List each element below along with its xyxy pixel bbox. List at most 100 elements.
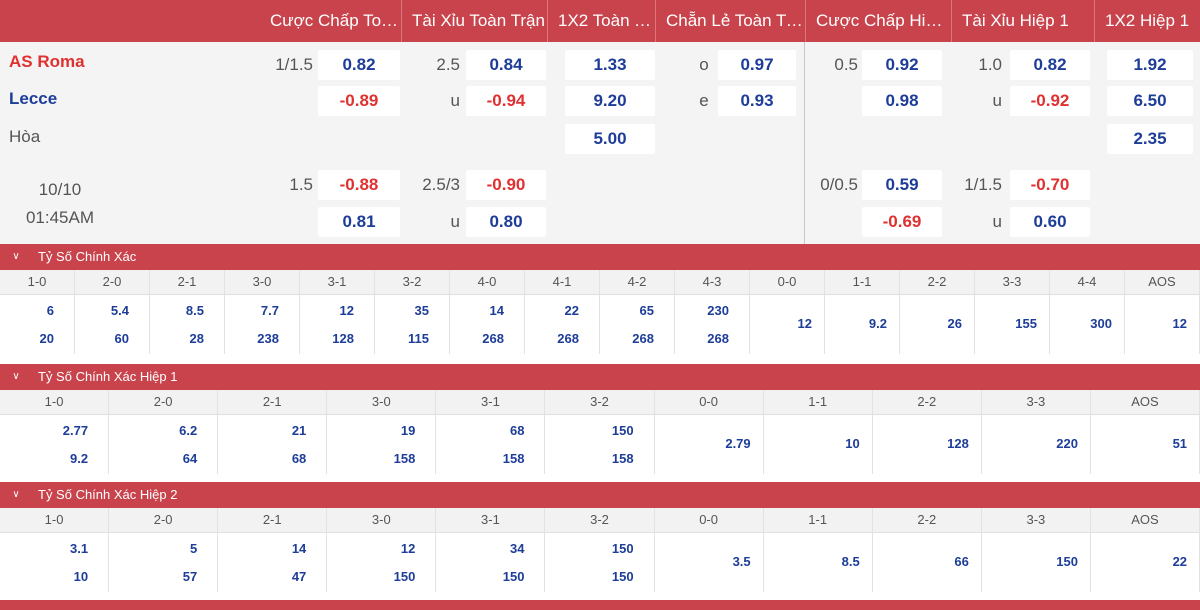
score-odds-bottom[interactable]: 150 (394, 569, 416, 584)
ft-handicap-away-odds-1[interactable]: -0.89 (318, 86, 400, 116)
score-odds-value[interactable]: 26 (948, 316, 962, 331)
score-odds-top[interactable]: 2.77 (63, 423, 88, 438)
header-ft-over-under[interactable]: Tài Xỉu Toàn Trận (401, 0, 547, 42)
chevron-down-icon[interactable]: ∨ (8, 482, 24, 508)
score-odds-bottom[interactable]: 47 (292, 569, 306, 584)
score-odds-top[interactable]: 12 (401, 541, 415, 556)
score-odds-value[interactable]: 155 (1015, 316, 1037, 331)
score-odds-value[interactable]: 12 (1173, 316, 1187, 331)
score-odds-bottom[interactable]: 150 (503, 569, 525, 584)
ft-ou-under-odds-1[interactable]: -0.94 (466, 86, 546, 116)
score-odds-value[interactable]: 3.5 (733, 554, 751, 569)
h1-ou-under-odds-1[interactable]: -0.92 (1010, 86, 1090, 116)
header-h1-handicap[interactable]: Cược Chấp Hiệp 1 (805, 0, 951, 42)
header-h1-over-under[interactable]: Tài Xỉu Hiệp 1 (951, 0, 1094, 42)
h1-handicap-home-odds-1[interactable]: 0.92 (862, 50, 942, 80)
score-odds-top[interactable]: 230 (707, 303, 729, 318)
score-odds-top[interactable]: 21 (292, 423, 306, 438)
h1-ou-over-odds-2[interactable]: -0.70 (1010, 170, 1090, 200)
score-odds-value[interactable]: 10 (845, 436, 859, 451)
h1-1x2-draw-odds[interactable]: 2.35 (1107, 124, 1193, 154)
score-odds-top[interactable]: 8.5 (186, 303, 204, 318)
score-odds-bottom[interactable]: 60 (115, 331, 129, 346)
score-odds-bottom[interactable]: 268 (557, 331, 579, 346)
ft-1x2-draw-odds[interactable]: 5.00 (565, 124, 655, 154)
score-odds-bottom[interactable]: 68 (292, 451, 306, 466)
score-odds-top[interactable]: 150 (612, 541, 634, 556)
score-odds-top[interactable]: 14 (490, 303, 504, 318)
correct-score-h1-header[interactable]: ∨ Tỷ Số Chính Xác Hiệp 1 (0, 364, 1200, 390)
score-odds-bottom[interactable]: 158 (503, 451, 525, 466)
score-odds-top[interactable]: 14 (292, 541, 306, 556)
ft-1x2-home-odds[interactable]: 1.33 (565, 50, 655, 80)
score-odds-bottom[interactable]: 20 (40, 331, 54, 346)
score-odds-top[interactable]: 5.4 (111, 303, 129, 318)
score-odds-top[interactable]: 6 (47, 303, 54, 318)
header-ft-handicap[interactable]: Cược Chấp Toàn Trận (260, 0, 401, 42)
score-odds-top[interactable]: 65 (640, 303, 654, 318)
ft-handicap-away-odds-2[interactable]: 0.81 (318, 207, 400, 237)
score-label: 1-0 (0, 390, 110, 414)
score-odds-value[interactable]: 128 (947, 436, 969, 451)
h1-1x2-away-odds[interactable]: 6.50 (1107, 86, 1193, 116)
ft-ou-over-odds-2[interactable]: -0.90 (466, 170, 546, 200)
score-odds-value[interactable]: 8.5 (842, 554, 860, 569)
chevron-down-icon[interactable]: ∨ (8, 364, 24, 390)
ft-1x2-away-odds[interactable]: 9.20 (565, 86, 655, 116)
score-odds-value[interactable]: 66 (954, 554, 968, 569)
score-odds-value[interactable]: 150 (1056, 554, 1078, 569)
header-ft-odd-even[interactable]: Chẵn Lẻ Toàn Trận (655, 0, 805, 42)
score-odds-value[interactable]: 300 (1090, 316, 1112, 331)
score-odds-bottom[interactable]: 128 (332, 331, 354, 346)
h1-handicap-away-odds-2[interactable]: -0.69 (862, 207, 942, 237)
score-odds-top[interactable]: 19 (401, 423, 415, 438)
score-odds-bottom[interactable]: 158 (612, 451, 634, 466)
score-odds-top[interactable]: 22 (565, 303, 579, 318)
correct-score-h2-header[interactable]: ∨ Tỷ Số Chính Xác Hiệp 2 (0, 482, 1200, 508)
score-odds-bottom[interactable]: 28 (190, 331, 204, 346)
score-odds-bottom[interactable]: 268 (707, 331, 729, 346)
ft-handicap-home-odds-2[interactable]: -0.88 (318, 170, 400, 200)
h1-handicap-home-odds-2[interactable]: 0.59 (862, 170, 942, 200)
ft-ou-over-odds-1[interactable]: 0.84 (466, 50, 546, 80)
score-odds-top[interactable]: 6.2 (179, 423, 197, 438)
h1-ou-over-odds-1[interactable]: 0.82 (1010, 50, 1090, 80)
score-odds-bottom[interactable]: 150 (612, 569, 634, 584)
score-odds-top[interactable]: 7.7 (261, 303, 279, 318)
score-odds-value[interactable]: 51 (1173, 436, 1187, 451)
score-odds-top[interactable]: 5 (190, 541, 197, 556)
correct-score-header[interactable]: ∨ Tỷ Số Chính Xác (0, 244, 1200, 270)
score-odds-bottom[interactable]: 238 (257, 331, 279, 346)
h1-1x2-home-odds[interactable]: 1.92 (1107, 50, 1193, 80)
header-h1-1x2[interactable]: 1X2 Hiệp 1 (1094, 0, 1200, 42)
ft-odd-odds[interactable]: 0.97 (718, 50, 796, 80)
ft-even-odds[interactable]: 0.93 (718, 86, 796, 116)
score-odds-bottom[interactable]: 268 (482, 331, 504, 346)
h1-ou-under-odds-2[interactable]: 0.60 (1010, 207, 1090, 237)
score-odds-top[interactable]: 68 (510, 423, 524, 438)
chevron-down-icon[interactable]: ∨ (8, 244, 24, 270)
header-ft-1x2[interactable]: 1X2 Toàn Trận (547, 0, 655, 42)
score-odds-value[interactable]: 12 (798, 316, 812, 331)
score-odds-top[interactable]: 3.1 (70, 541, 88, 556)
ft-handicap-home-odds-1[interactable]: 0.82 (318, 50, 400, 80)
score-odds-top[interactable]: 150 (612, 423, 634, 438)
score-label: 3-1 (300, 270, 375, 294)
score-odds-top[interactable]: 35 (415, 303, 429, 318)
score-odds-cell: 34 150 (436, 533, 546, 592)
score-odds-bottom[interactable]: 57 (183, 569, 197, 584)
score-odds-value[interactable]: 22 (1173, 554, 1187, 569)
score-odds-value[interactable]: 9.2 (869, 316, 887, 331)
score-odds-value[interactable]: 2.79 (725, 436, 750, 451)
score-odds-bottom[interactable]: 158 (394, 451, 416, 466)
score-odds-bottom[interactable]: 64 (183, 451, 197, 466)
score-odds-value[interactable]: 220 (1056, 436, 1078, 451)
score-odds-bottom[interactable]: 10 (74, 569, 88, 584)
score-odds-bottom[interactable]: 268 (632, 331, 654, 346)
score-odds-bottom[interactable]: 9.2 (70, 451, 88, 466)
h1-handicap-away-odds-1[interactable]: 0.98 (862, 86, 942, 116)
score-odds-top[interactable]: 34 (510, 541, 524, 556)
score-odds-top[interactable]: 12 (340, 303, 354, 318)
ft-ou-under-odds-2[interactable]: 0.80 (466, 207, 546, 237)
score-odds-bottom[interactable]: 115 (408, 331, 429, 346)
